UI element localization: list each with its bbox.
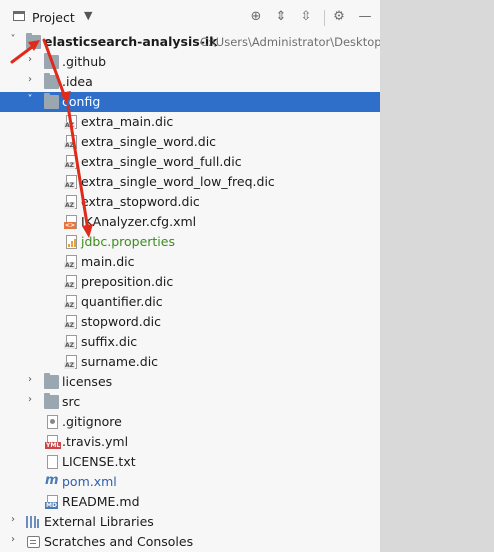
tree-row-github[interactable]: › .github — [0, 52, 380, 72]
chevron-right-icon[interactable]: › — [7, 514, 19, 525]
tree-row-file[interactable]: LICENSE.txt — [0, 452, 380, 472]
project-toolbar: Project ▼ ⊕ ⇕ ⇳ ⚙ — — [0, 6, 380, 30]
tree-item-label: External Libraries — [44, 514, 154, 529]
dic-file-icon: AZ — [64, 135, 77, 149]
tree-row-file[interactable]: AZ main.dic — [0, 252, 380, 272]
root-project-label: elasticsearch-analysis-ik — [44, 34, 218, 49]
dic-file-icon: AZ — [64, 195, 77, 209]
project-window-icon — [13, 11, 25, 21]
chevron-right-icon[interactable]: › — [24, 54, 36, 65]
tree-row-file[interactable]: jdbc.properties — [0, 232, 380, 252]
dic-file-icon: AZ — [64, 355, 77, 369]
gitignore-file-icon — [47, 415, 58, 429]
tree-item-label: pom.xml — [62, 474, 117, 489]
tree-item-label: README.md — [62, 494, 140, 509]
tree-item-label: .idea — [62, 74, 93, 89]
tree-row-file[interactable]: m pom.xml — [0, 472, 380, 492]
root-project-path: C:\Users\Administrator\Desktop — [200, 35, 380, 49]
tree-item-label: LICENSE.txt — [62, 454, 136, 469]
dic-file-icon: AZ — [64, 255, 77, 269]
tree-row-file[interactable]: AZ extra_single_word.dic — [0, 132, 380, 152]
text-file-icon — [47, 455, 58, 469]
tree-row-file[interactable]: AZ preposition.dic — [0, 272, 380, 292]
tree-row-src[interactable]: › src — [0, 392, 380, 412]
tree-row-file[interactable]: AZ extra_stopword.dic — [0, 192, 380, 212]
tree-item-label: jdbc.properties — [81, 234, 175, 249]
scratches-icon — [27, 536, 40, 548]
tree-item-label: quantifier.dic — [81, 294, 163, 309]
tree-item-label: main.dic — [81, 254, 135, 269]
chevron-right-icon[interactable]: › — [24, 74, 36, 85]
tree-row-idea[interactable]: › .idea — [0, 72, 380, 92]
tree-row-file[interactable]: MD README.md — [0, 492, 380, 512]
gear-icon[interactable]: ⚙ — [330, 8, 348, 26]
tree-item-label: extra_single_word_full.dic — [81, 154, 242, 169]
dic-file-icon: AZ — [64, 335, 77, 349]
toolbar-divider — [324, 10, 325, 26]
tree-item-label: .gitignore — [62, 414, 122, 429]
tree-item-label: licenses — [62, 374, 113, 389]
chevron-right-icon[interactable]: › — [24, 394, 36, 405]
chevron-down-icon[interactable]: ˅ — [7, 34, 19, 45]
tree-row-external-libraries[interactable]: › External Libraries — [0, 512, 380, 532]
folder-icon — [44, 53, 59, 69]
dic-file-icon: AZ — [64, 155, 77, 169]
tree-item-label: config — [62, 94, 101, 109]
project-view-title[interactable]: Project — [32, 10, 75, 25]
tree-row-file[interactable]: .gitignore — [0, 412, 380, 432]
right-background — [380, 0, 494, 552]
tree-item-label: extra_main.dic — [81, 114, 174, 129]
tree-item-label: surname.dic — [81, 354, 159, 369]
dic-file-icon: AZ — [64, 275, 77, 289]
dic-file-icon: AZ — [64, 175, 77, 189]
tree-row-file[interactable]: AZ suffix.dic — [0, 332, 380, 352]
xml-file-icon: <> — [64, 215, 77, 229]
collapse-all-icon[interactable]: ⇳ — [297, 8, 315, 26]
tree-item-label: extra_single_word_low_freq.dic — [81, 174, 275, 189]
tree-row-file[interactable]: AZ extra_main.dic — [0, 112, 380, 132]
tree-row-root[interactable]: ˅ elasticsearch-analysis-ik C:\Users\Adm… — [0, 32, 380, 52]
libraries-icon — [26, 516, 40, 528]
yml-file-icon: YML — [45, 435, 62, 449]
folder-icon — [44, 393, 59, 409]
chevron-right-icon[interactable]: › — [24, 374, 36, 385]
tree-row-file[interactable]: <> IKAnalyzer.cfg.xml — [0, 212, 380, 232]
tree-item-label: extra_single_word.dic — [81, 134, 217, 149]
tree-row-file[interactable]: AZ extra_single_word_full.dic — [0, 152, 380, 172]
tree-row-scratches[interactable]: › Scratches and Consoles — [0, 532, 380, 552]
tree-item-label: src — [62, 394, 81, 409]
tree-row-licenses[interactable]: › licenses — [0, 372, 380, 392]
tree-item-label: suffix.dic — [81, 334, 138, 349]
dic-file-icon: AZ — [64, 115, 77, 129]
folder-icon — [44, 373, 59, 389]
tree-row-file[interactable]: YML .travis.yml — [0, 432, 380, 452]
chevron-down-icon[interactable]: ˅ — [24, 94, 36, 105]
folder-icon — [44, 73, 59, 89]
tree-row-config[interactable]: ˅ config — [0, 92, 380, 112]
chevron-right-icon[interactable]: › — [7, 534, 19, 545]
expand-all-icon[interactable]: ⇕ — [272, 8, 290, 26]
tree-row-file[interactable]: AZ surname.dic — [0, 352, 380, 372]
tree-row-file[interactable]: AZ stopword.dic — [0, 312, 380, 332]
tree-item-label: stopword.dic — [81, 314, 161, 329]
dic-file-icon: AZ — [64, 315, 77, 329]
folder-icon — [26, 33, 41, 49]
maven-icon: m — [45, 473, 59, 488]
tree-item-label: preposition.dic — [81, 274, 174, 289]
minimize-icon[interactable]: — — [356, 8, 374, 26]
properties-file-icon — [66, 235, 77, 249]
tree-row-file[interactable]: AZ quantifier.dic — [0, 292, 380, 312]
tree-item-label: IKAnalyzer.cfg.xml — [81, 214, 197, 229]
locate-icon[interactable]: ⊕ — [247, 8, 265, 26]
dic-file-icon: AZ — [64, 295, 77, 309]
tree-item-label: extra_stopword.dic — [81, 194, 200, 209]
markdown-file-icon: MD — [45, 495, 58, 509]
tree-row-file[interactable]: AZ extra_single_word_low_freq.dic — [0, 172, 380, 192]
chevron-down-icon[interactable]: ▼ — [84, 9, 92, 22]
project-panel: Project ▼ ⊕ ⇕ ⇳ ⚙ — ˅ elasticsearch-anal… — [0, 0, 380, 552]
tree-item-label: .travis.yml — [62, 434, 129, 449]
tree-item-label: .github — [62, 54, 107, 69]
tree-item-label: Scratches and Consoles — [44, 534, 194, 549]
folder-icon — [44, 93, 59, 109]
